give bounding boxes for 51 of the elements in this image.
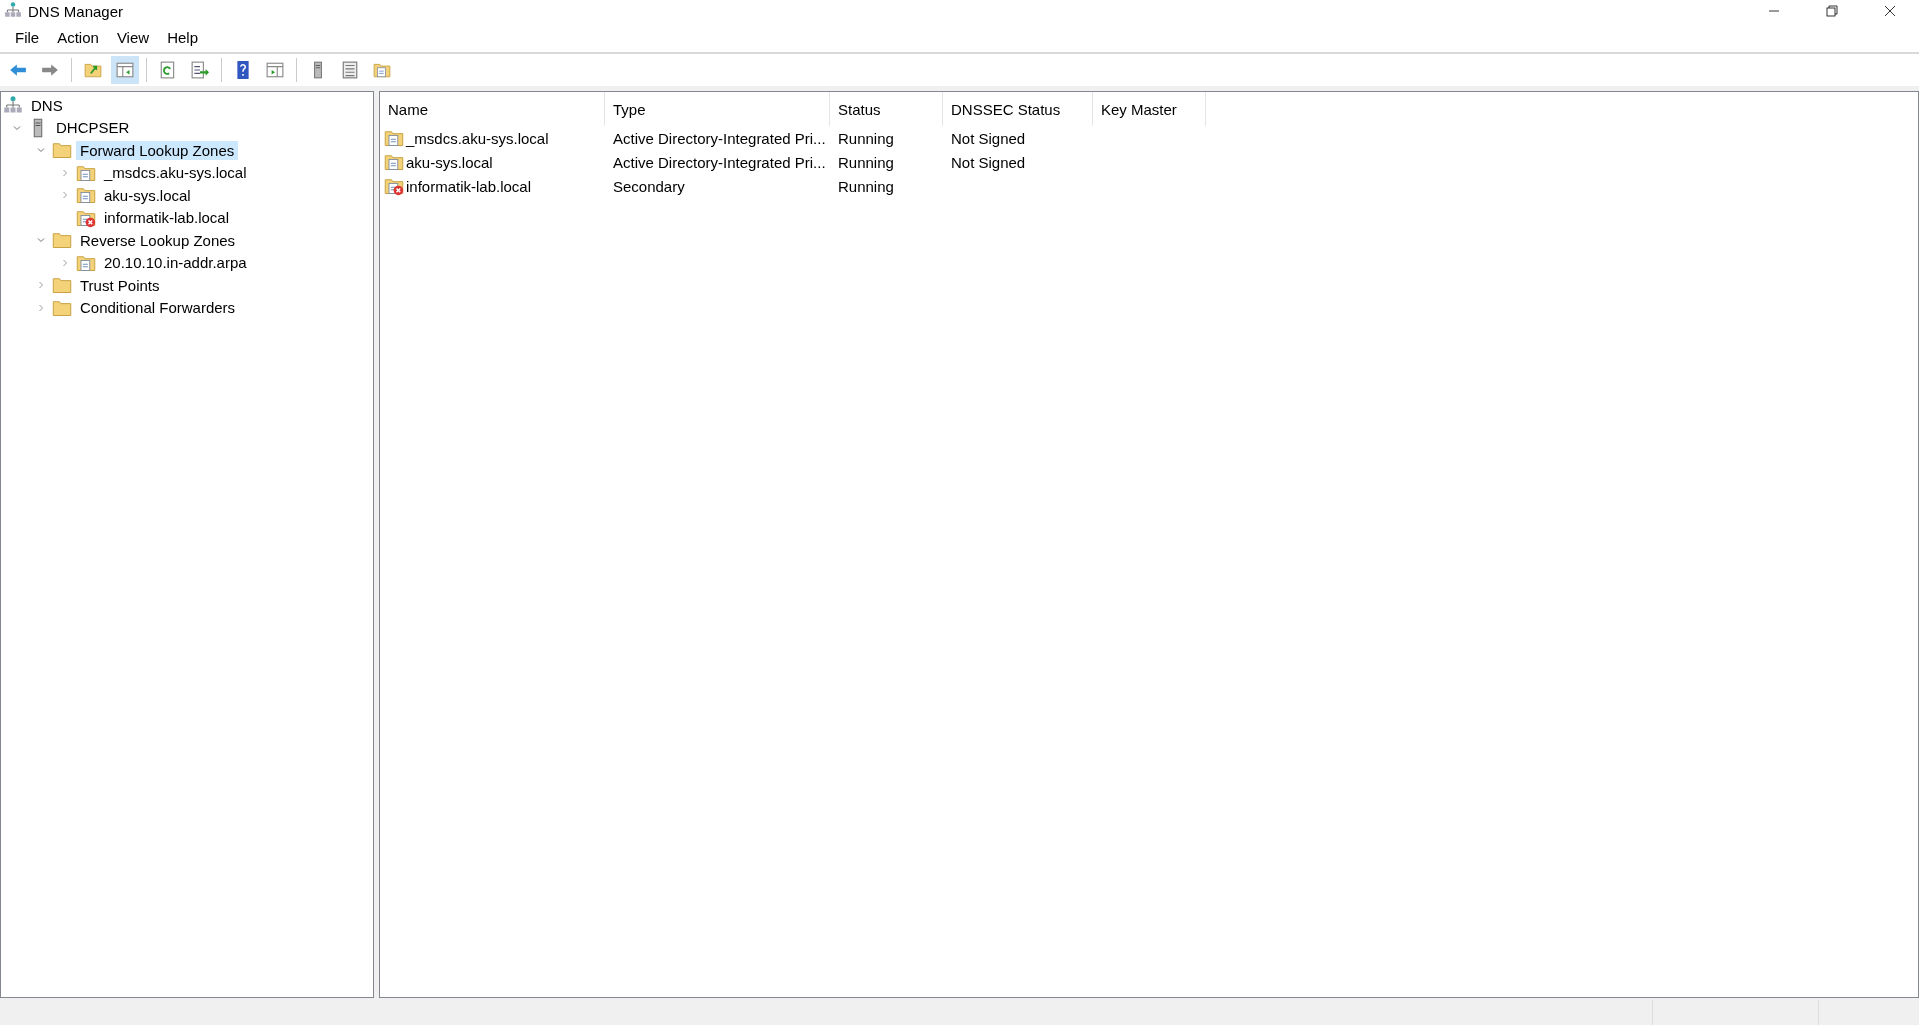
- table-cell: Running: [838, 153, 894, 171]
- folder-icon: [52, 275, 72, 296]
- table-cell[interactable]: _msdcs.aku-sys.local: [406, 129, 549, 147]
- help-icon: [234, 61, 252, 79]
- column-header[interactable]: Key Master: [1093, 92, 1206, 126]
- close-icon[interactable]: [1882, 3, 1898, 19]
- table-cell: Running: [838, 129, 894, 147]
- list-icon: [341, 61, 359, 79]
- table-cell[interactable]: informatik-lab.local: [406, 177, 532, 195]
- column-header[interactable]: Status: [830, 92, 943, 126]
- tree-item[interactable]: Forward Lookup Zones: [76, 140, 239, 160]
- action-pane-icon: [266, 61, 284, 79]
- tree-item[interactable]: informatik-lab.local: [100, 208, 234, 228]
- table-cell: Secondary: [613, 177, 685, 195]
- column-header[interactable]: Name: [380, 92, 605, 126]
- app-icon: [4, 0, 22, 19]
- folder-icon: [52, 140, 72, 161]
- zone-folder-icon: [373, 61, 391, 79]
- window-title: DNS Manager: [28, 2, 124, 20]
- folder-up-icon: [84, 61, 102, 79]
- zone-folder-icon: [384, 152, 404, 172]
- network-icon: [3, 95, 23, 116]
- zone-folder-icon: [384, 128, 404, 148]
- restore-icon[interactable]: [1824, 3, 1840, 19]
- zone-error-icon: [384, 176, 404, 196]
- table-cell: Running: [838, 177, 894, 195]
- tree-item[interactable]: _msdcs.aku-sys.local: [100, 163, 251, 183]
- menu-item[interactable]: Action: [48, 28, 108, 46]
- column-header[interactable]: Type: [605, 92, 830, 126]
- zone-folder-icon: [76, 185, 96, 206]
- menu-item[interactable]: Help: [158, 28, 207, 46]
- column-header[interactable]: DNSSEC Status: [943, 92, 1093, 126]
- toolbar-button[interactable]: [111, 56, 139, 84]
- tree-item[interactable]: aku-sys.local: [100, 185, 195, 205]
- console-tree-icon: [116, 61, 134, 79]
- menu-item[interactable]: View: [107, 28, 159, 46]
- folder-icon: [52, 230, 72, 251]
- tree-item[interactable]: Conditional Forwarders: [76, 298, 240, 318]
- table-cell: Active Directory-Integrated Pri...: [613, 153, 826, 171]
- table-cell[interactable]: aku-sys.local: [406, 153, 493, 171]
- menu-item[interactable]: File: [6, 28, 49, 46]
- tree-item[interactable]: DHCPSER: [52, 118, 134, 138]
- table-cell: Active Directory-Integrated Pri...: [613, 129, 826, 147]
- export-list-icon: [191, 61, 209, 79]
- table-cell: Not Signed: [951, 129, 1026, 147]
- tree-item[interactable]: Trust Points: [76, 275, 164, 295]
- refresh-icon: [159, 61, 177, 79]
- table-cell: Not Signed: [951, 153, 1026, 171]
- tree-item[interactable]: 20.10.10.in-addr.arpa: [100, 253, 251, 273]
- tree-item[interactable]: DNS: [27, 95, 67, 115]
- tree-item[interactable]: Reverse Lookup Zones: [76, 230, 240, 250]
